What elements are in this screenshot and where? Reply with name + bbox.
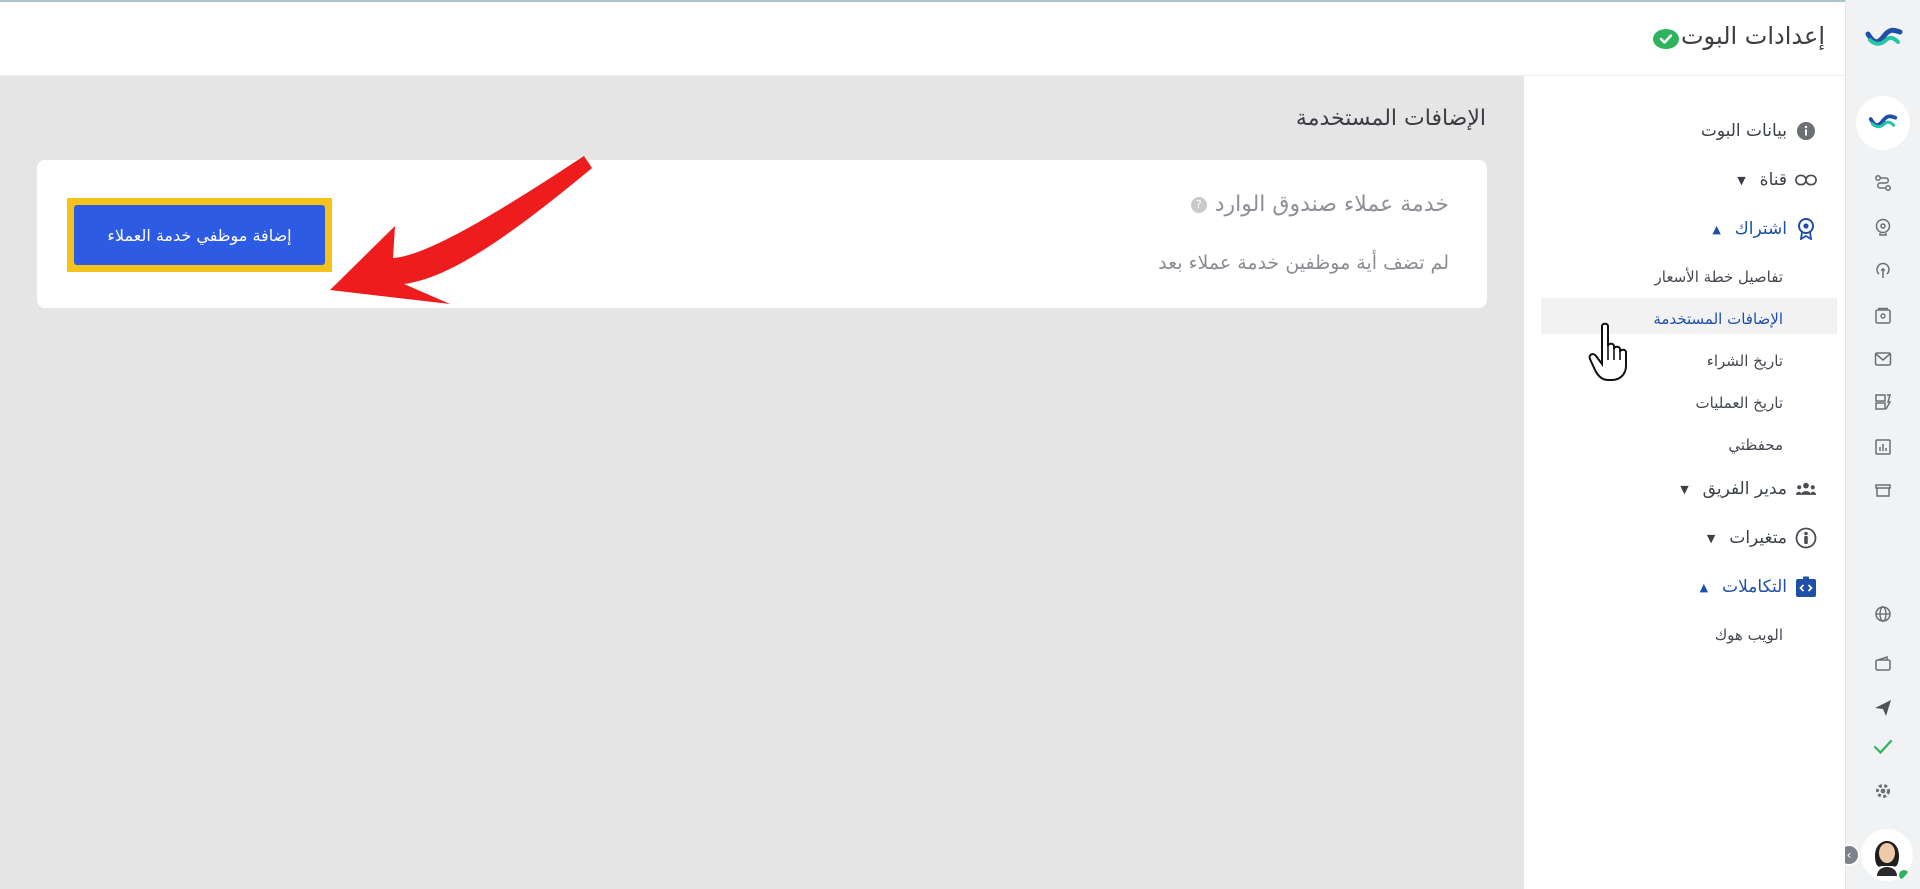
- sidebar-item-label: التكاملات: [1722, 577, 1787, 597]
- code-icon: [1795, 576, 1817, 598]
- gear-icon[interactable]: [1872, 780, 1894, 802]
- sidebar-item-label: مدير الفريق: [1702, 479, 1787, 499]
- chevron-up-icon: ▲: [1712, 222, 1721, 236]
- sidebar-item-channel[interactable]: قناة ▼: [1737, 169, 1817, 191]
- flow-icon[interactable]: [1872, 172, 1894, 194]
- bot-avatar-icon[interactable]: [1856, 96, 1910, 150]
- templates-icon[interactable]: [1872, 391, 1894, 413]
- annotation-arrow-icon: [330, 156, 592, 304]
- subitem-used-addons[interactable]: الإضافات المستخدمة: [1653, 310, 1783, 328]
- check-icon[interactable]: [1872, 736, 1894, 758]
- brain-icon[interactable]: [1872, 216, 1894, 238]
- mail-icon[interactable]: [1872, 348, 1894, 370]
- sidebar-item-variables[interactable]: متغيرات ▼: [1707, 527, 1817, 549]
- chevron-down-icon: ▼: [1680, 482, 1689, 496]
- user-avatar[interactable]: [1861, 826, 1913, 884]
- subitem-purchase-history[interactable]: تاريخ الشراء: [1707, 352, 1783, 370]
- users-icon: [1795, 478, 1817, 500]
- sidebar-item-label: متغيرات: [1729, 528, 1787, 548]
- sidebar-item-team-manager[interactable]: مدير الفريق ▼: [1680, 478, 1817, 500]
- inbox-agents-card: خدمة عملاء صندوق الوارد ? لم تضف أية موظ…: [37, 160, 1487, 308]
- card-title: خدمة عملاء صندوق الوارد ?: [1190, 192, 1449, 217]
- subitem-transactions-history[interactable]: تاريخ العمليات: [1696, 394, 1783, 412]
- sidebar-item-label: بيانات البوت: [1700, 121, 1787, 141]
- sidebar-item-label: قناة: [1759, 170, 1787, 190]
- chevron-down-icon: ▼: [1737, 173, 1746, 187]
- header-title: إعدادات البوت: [1680, 22, 1825, 50]
- store-icon[interactable]: [1872, 479, 1894, 501]
- sidebar-item-bot-info[interactable]: بيانات البوت: [1701, 120, 1817, 142]
- brand-logo-icon[interactable]: [1864, 22, 1904, 56]
- broadcast-icon[interactable]: [1872, 259, 1894, 281]
- award-icon: [1795, 218, 1817, 240]
- sidebar-item-label: اشتراك: [1734, 219, 1787, 239]
- analytics-icon[interactable]: [1872, 436, 1894, 458]
- contacts-icon[interactable]: [1872, 305, 1894, 327]
- person-circle-icon: [1795, 527, 1817, 549]
- card-title-text: خدمة عملاء صندوق الوارد: [1214, 192, 1449, 217]
- subitem-webhook[interactable]: الويب هوك: [1715, 626, 1783, 644]
- send-icon[interactable]: [1872, 697, 1894, 719]
- globe-icon[interactable]: [1872, 603, 1894, 625]
- sidebar-item-integrations[interactable]: التكاملات ▲: [1700, 576, 1817, 598]
- link-icon: [1795, 169, 1817, 191]
- empty-state-text: لم تضف أية موظفين خدمة عملاء بعد: [1158, 252, 1449, 274]
- main-content: الإضافات المستخدمة خدمة عملاء صندوق الوا…: [0, 76, 1523, 889]
- app-rail: ‹: [1838, 0, 1920, 889]
- sidebar-item-subscription[interactable]: اشتراك ▲: [1712, 218, 1817, 240]
- wallet-icon[interactable]: [1872, 653, 1894, 675]
- add-agents-highlight: إضافة موظفي خدمة العملاء: [67, 198, 332, 272]
- help-icon[interactable]: ?: [1190, 196, 1207, 213]
- add-agents-button[interactable]: إضافة موظفي خدمة العملاء: [74, 205, 325, 265]
- chevron-down-icon: ▼: [1706, 531, 1716, 545]
- subitem-pricing-plan[interactable]: تفاصيل خطة الأسعار: [1655, 268, 1783, 286]
- page-title: الإضافات المستخدمة: [1295, 106, 1486, 131]
- chevron-up-icon: ▲: [1699, 580, 1709, 594]
- page-header: إعدادات البوت: [0, 2, 1845, 76]
- settings-sidebar: بيانات البوت قناة ▼ اشتراك ▲ تفاصيل خطة …: [1523, 76, 1845, 889]
- hand-cursor-icon: [1588, 322, 1627, 381]
- subitem-my-wallet[interactable]: محفظتي: [1728, 436, 1783, 454]
- info-icon: [1795, 120, 1817, 142]
- bot-status-check-icon: [1653, 29, 1679, 49]
